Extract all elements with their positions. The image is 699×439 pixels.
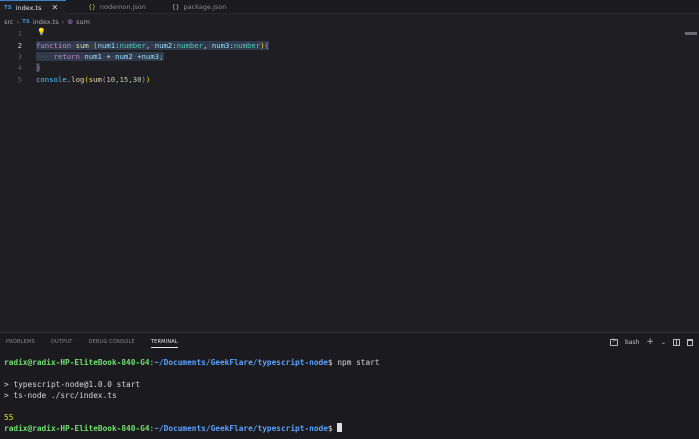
editor-tab-bar: TS index.ts ✕ {} nodemon.json {} package… bbox=[0, 0, 699, 14]
function-symbol-icon: ⊚ bbox=[67, 18, 74, 26]
line-number: 1 bbox=[17, 29, 22, 38]
tab-index-ts[interactable]: TS index.ts ✕ bbox=[0, 0, 67, 14]
tab-label: index.ts bbox=[15, 3, 42, 12]
typescript-file-icon: TS bbox=[22, 19, 30, 25]
tab-package-json[interactable]: {} package.json bbox=[168, 0, 234, 14]
code-line-5: 5 console.log(sum(10,15,30)) bbox=[0, 74, 699, 85]
terminal-output-line: > ts-node ./src/index.ts bbox=[4, 391, 117, 400]
close-icon[interactable]: ✕ bbox=[52, 3, 59, 12]
tab-problems[interactable]: PROBLEMS bbox=[6, 339, 35, 348]
code-text: console.log(sum(10,15,30)) bbox=[36, 75, 151, 84]
typescript-file-icon: TS bbox=[4, 4, 12, 11]
trash-icon[interactable] bbox=[687, 338, 693, 346]
breadcrumb-folder[interactable]: src bbox=[4, 18, 14, 26]
code-line-1: 1 💡 bbox=[0, 28, 699, 39]
shell-name[interactable]: bash bbox=[625, 339, 639, 346]
line-number: 4 bbox=[17, 63, 22, 72]
code-line-3: 3 ····return·num1·+·num2·+num3; bbox=[0, 51, 699, 62]
breadcrumb-symbol[interactable]: sum bbox=[76, 18, 90, 26]
terminal-cursor bbox=[337, 423, 343, 432]
terminal-output[interactable]: radix@radix-HP-EliteBook-840-G4:~/Docume… bbox=[4, 357, 694, 434]
json-file-icon: {} bbox=[171, 3, 180, 11]
breadcrumb: src › TS index.ts › ⊚ sum bbox=[4, 17, 90, 27]
code-text: function·sum·(num1:number,·num2:number,·… bbox=[36, 41, 270, 50]
tab-label: nodemon.json bbox=[99, 3, 146, 11]
code-editor[interactable]: 1 💡 2 function·sum·(num1:number,·num2:nu… bbox=[0, 28, 699, 328]
tab-output[interactable]: OUTPUT bbox=[51, 339, 73, 348]
lightbulb-icon[interactable]: 💡 bbox=[37, 28, 46, 36]
tab-terminal[interactable]: TERMINAL bbox=[150, 339, 178, 348]
code-line-4: 4 } bbox=[0, 62, 699, 73]
bottom-panel: PROBLEMS OUTPUT DEBUG CONSOLE TERMINAL b… bbox=[0, 332, 699, 439]
terminal-command-line: radix@radix-HP-EliteBook-840-G4:~/Docume… bbox=[4, 358, 380, 367]
split-terminal-icon[interactable] bbox=[673, 338, 680, 346]
panel-tab-bar: PROBLEMS OUTPUT DEBUG CONSOLE TERMINAL bbox=[6, 339, 178, 348]
code-line-2: 2 function·sum·(num1:number,·num2:number… bbox=[0, 40, 699, 51]
breadcrumb-file[interactable]: index.ts bbox=[33, 18, 59, 26]
add-terminal-button[interactable]: + bbox=[646, 337, 654, 347]
json-file-icon: {} bbox=[88, 3, 96, 11]
chevron-right-icon: › bbox=[61, 18, 65, 26]
code-text: } bbox=[36, 63, 41, 72]
code-text: ····return·num1·+·num2·+num3; bbox=[36, 52, 164, 61]
tab-nodemon-json[interactable]: {} nodemon.json bbox=[84, 0, 154, 14]
chevron-right-icon: › bbox=[16, 18, 20, 26]
line-number: 5 bbox=[17, 75, 22, 84]
line-number: 3 bbox=[17, 52, 22, 61]
tab-debug-console[interactable]: DEBUG CONSOLE bbox=[88, 339, 134, 348]
tab-label: package.json bbox=[183, 3, 227, 11]
line-number: 2 bbox=[17, 41, 22, 50]
terminal-output-line: > typescript-node@1.0.0 start bbox=[4, 380, 141, 389]
terminal-prompt-line: radix@radix-HP-EliteBook-840-G4:~/Docume… bbox=[4, 423, 694, 434]
panel-actions: bash + ⌄ bbox=[610, 337, 693, 347]
terminal-icon bbox=[610, 337, 618, 346]
terminal-result: 55 bbox=[4, 413, 14, 422]
chevron-down-icon[interactable]: ⌄ bbox=[661, 339, 666, 346]
